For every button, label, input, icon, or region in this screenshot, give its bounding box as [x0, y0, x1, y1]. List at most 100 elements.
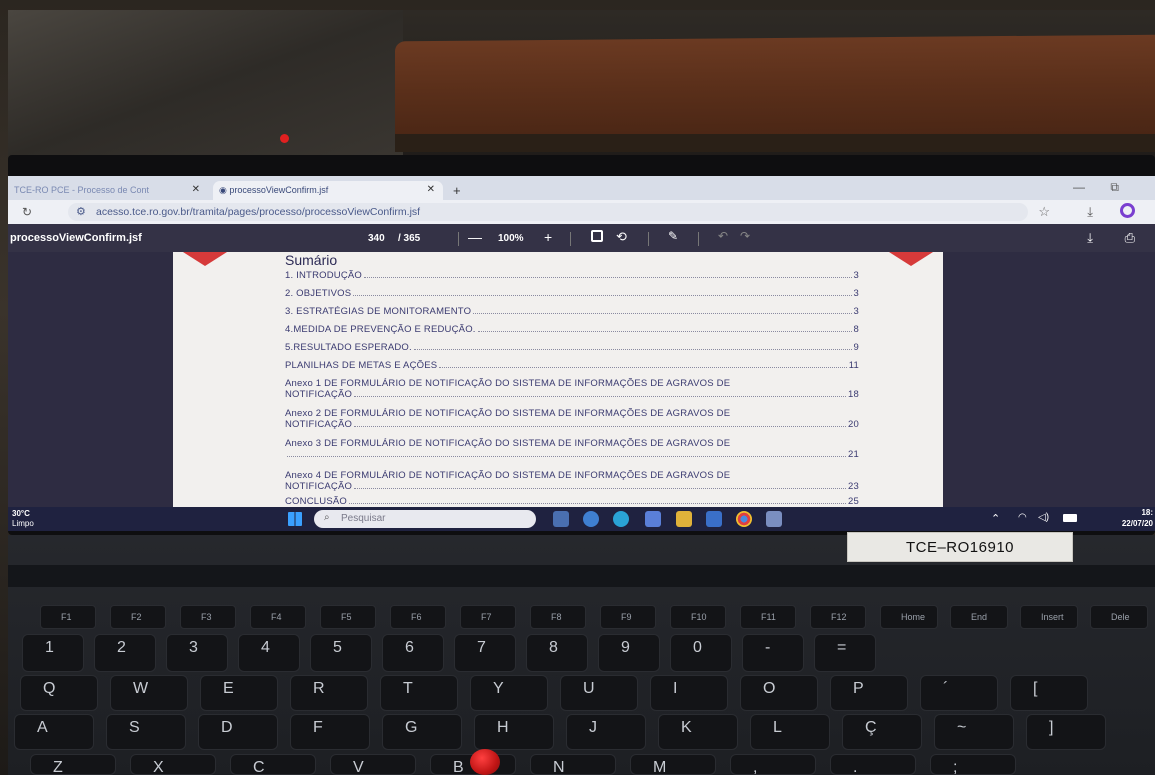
store-icon[interactable] [706, 511, 722, 527]
key-t[interactable]: T [380, 675, 458, 711]
key-3[interactable]: V [330, 754, 416, 775]
key-1[interactable]: X [130, 754, 216, 775]
key-9[interactable]: ; [930, 754, 1016, 775]
key-r[interactable]: R [290, 675, 368, 711]
reload-icon[interactable]: ↻ [22, 205, 32, 219]
key-1[interactable]: 2 [94, 634, 156, 672]
key-y[interactable]: Y [470, 675, 548, 711]
tab-tce-processo[interactable]: TCE-RO PCE - Processo de Cont ✕ [8, 181, 208, 200]
key-][interactable]: ] [1026, 714, 1106, 750]
key-p[interactable]: P [830, 675, 908, 711]
key-l[interactable]: L [750, 714, 830, 750]
weather-condition[interactable]: Limpo [12, 519, 34, 528]
wifi-icon[interactable]: ◠ [1018, 512, 1027, 523]
key-home[interactable]: Home [880, 605, 938, 629]
key-o[interactable]: O [740, 675, 818, 711]
key-[[interactable]: [ [1010, 675, 1088, 711]
maximize-icon[interactable]: ⧉ [1110, 180, 1119, 195]
key-7[interactable]: , [730, 754, 816, 775]
key-a[interactable]: A [14, 714, 94, 750]
page-number-input[interactable]: 340 [368, 233, 385, 244]
new-tab-button[interactable]: + [453, 183, 461, 198]
key-9[interactable]: 0 [670, 634, 732, 672]
key-3[interactable]: 4 [238, 634, 300, 672]
download-icon[interactable]: ⤓ [1087, 204, 1093, 220]
key-7[interactable]: 8 [526, 634, 588, 672]
key-0[interactable]: 1 [22, 634, 84, 672]
key-~[interactable]: ~ [934, 714, 1014, 750]
taskbar-search[interactable]: ⌕ Pesquisar [314, 510, 536, 528]
key-5[interactable]: 6 [382, 634, 444, 672]
key-h[interactable]: H [474, 714, 554, 750]
trackpoint[interactable] [470, 749, 500, 775]
battery-icon[interactable] [1063, 514, 1077, 522]
key-j[interactable]: J [566, 714, 646, 750]
teams-icon[interactable] [645, 511, 661, 527]
key-f9[interactable]: F9 [600, 605, 656, 629]
key-i[interactable]: I [650, 675, 728, 711]
key-dele[interactable]: Dele [1090, 605, 1148, 629]
undo-icon[interactable]: ↶ [718, 229, 728, 243]
key-insert[interactable]: Insert [1020, 605, 1078, 629]
key-6[interactable]: M [630, 754, 716, 775]
key-s[interactable]: S [106, 714, 186, 750]
key-8[interactable]: . [830, 754, 916, 775]
key-ç[interactable]: Ç [842, 714, 922, 750]
key-10[interactable]: - [742, 634, 804, 672]
key-u[interactable]: U [560, 675, 638, 711]
key-f2[interactable]: F2 [110, 605, 166, 629]
print-icon[interactable]: ⎙ [1125, 230, 1135, 246]
key-e[interactable]: E [200, 675, 278, 711]
key-´[interactable]: ´ [920, 675, 998, 711]
key-f[interactable]: F [290, 714, 370, 750]
key-w[interactable]: W [110, 675, 188, 711]
minimize-icon[interactable]: — [1073, 180, 1085, 194]
key-g[interactable]: G [382, 714, 462, 750]
folder-icon[interactable] [676, 511, 692, 527]
key-f1[interactable]: F1 [40, 605, 96, 629]
key-f11[interactable]: F11 [740, 605, 796, 629]
key-2[interactable]: 3 [166, 634, 228, 672]
volume-icon[interactable]: ◁) [1038, 512, 1049, 523]
start-icon[interactable] [288, 512, 302, 526]
key-q[interactable]: Q [20, 675, 98, 711]
clock-date[interactable]: 22/07/20 [1122, 519, 1153, 528]
key-8[interactable]: 9 [598, 634, 660, 672]
zoom-out-button[interactable]: — [468, 229, 482, 245]
widget-icon[interactable] [583, 511, 599, 527]
key-f5[interactable]: F5 [320, 605, 376, 629]
chevron-up-icon[interactable]: ⌃ [991, 512, 1000, 525]
weather-temperature[interactable]: 30°C [12, 509, 30, 518]
tab-process-view-confirm[interactable]: ◉ processoViewConfirm.jsf ✕ [213, 181, 443, 200]
close-icon[interactable]: ✕ [192, 184, 200, 195]
edge-icon[interactable] [613, 511, 629, 527]
key-4[interactable]: 5 [310, 634, 372, 672]
bookmark-star-icon[interactable]: ☆ [1038, 204, 1050, 220]
fit-page-icon[interactable] [591, 230, 603, 242]
key-0[interactable]: Z [30, 754, 116, 775]
key-f4[interactable]: F4 [250, 605, 306, 629]
task-view-icon[interactable] [553, 511, 569, 527]
key-end[interactable]: End [950, 605, 1008, 629]
pdf-viewport[interactable]: Sumário 1. INTRODUÇÃO 3 2. OBJETIVOS 3 3. … [8, 252, 1155, 507]
key-f6[interactable]: F6 [390, 605, 446, 629]
redo-icon[interactable]: ↷ [740, 229, 750, 243]
pdf-download-icon[interactable]: ⤓ [1087, 230, 1093, 246]
key-6[interactable]: 7 [454, 634, 516, 672]
key-2[interactable]: C [230, 754, 316, 775]
key-k[interactable]: K [658, 714, 738, 750]
key-f10[interactable]: F10 [670, 605, 726, 629]
chrome-icon[interactable] [736, 511, 752, 527]
site-info-icon[interactable]: ⚙ [76, 205, 86, 218]
key-d[interactable]: D [198, 714, 278, 750]
key-f3[interactable]: F3 [180, 605, 236, 629]
key-11[interactable]: = [814, 634, 876, 672]
key-f7[interactable]: F7 [460, 605, 516, 629]
profile-icon[interactable] [1120, 203, 1135, 218]
clock-time[interactable]: 18: [1141, 508, 1153, 517]
close-icon[interactable]: ✕ [427, 184, 435, 195]
key-5[interactable]: N [530, 754, 616, 775]
key-f8[interactable]: F8 [530, 605, 586, 629]
app-icon[interactable] [766, 511, 782, 527]
rotate-icon[interactable]: ⟲ [616, 229, 627, 245]
